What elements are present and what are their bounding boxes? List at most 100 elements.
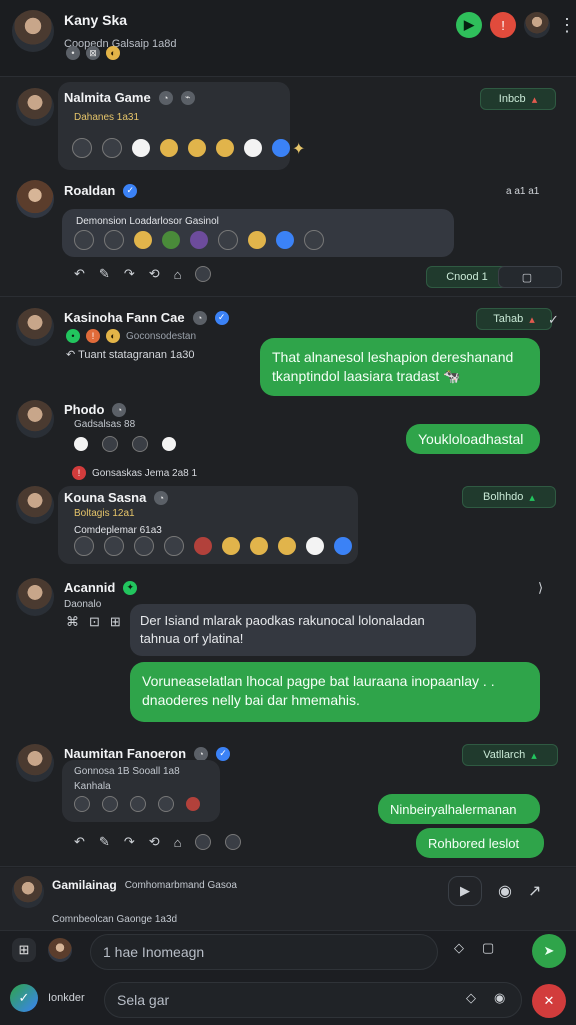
icon-chip[interactable] <box>186 797 200 811</box>
message-subtext: Comhomarbmand Gasoa <box>124 879 237 891</box>
attachment-icon[interactable] <box>190 231 208 249</box>
video-icon[interactable]: ▶ <box>448 876 482 906</box>
avatar[interactable] <box>48 938 72 962</box>
attachment-icon[interactable] <box>134 536 154 556</box>
attachment-icon[interactable] <box>164 536 184 556</box>
avatar[interactable] <box>16 400 54 438</box>
message-bubble-grey[interactable]: Der Isiand mlarak paodkas rakunocal lolo… <box>130 604 476 656</box>
reaction-icon[interactable] <box>216 139 234 157</box>
share-icon[interactable]: ↗ <box>528 881 541 901</box>
attachment-icon[interactable] <box>162 231 180 249</box>
message-bubble[interactable]: Ninbeiryalhalermanan <box>378 794 540 824</box>
avatar[interactable] <box>16 180 54 218</box>
forward-icon[interactable]: ↷ <box>124 834 135 850</box>
avatar[interactable] <box>12 876 44 908</box>
message-bubble[interactable]: That alnanesol leshapion dereshanand tka… <box>260 338 540 396</box>
bookmark-icon[interactable]: ⊡ <box>89 614 100 630</box>
icon-chip[interactable] <box>74 796 90 812</box>
forward-icon[interactable]: ↷ <box>124 266 135 282</box>
attachment-icon[interactable] <box>248 231 266 249</box>
bookmark-icon[interactable]: ⌂ <box>174 267 182 282</box>
icon-chip[interactable] <box>102 796 118 812</box>
reaction-icon[interactable] <box>195 266 212 282</box>
alert-icon[interactable]: ! <box>490 12 516 38</box>
diamond-icon[interactable]: ◇ <box>454 940 464 956</box>
thread-icon[interactable]: ⟲ <box>149 266 160 282</box>
message-actions: ⌘ ⊡ ⊞ <box>66 614 121 630</box>
preview-actions: ▶ ◉ ↗ <box>448 876 541 906</box>
reply-icon[interactable]: ↶ <box>74 834 85 850</box>
edit-icon[interactable]: ✎ <box>99 834 110 850</box>
link-icon[interactable]: ⌘ <box>66 614 79 630</box>
message-bubble[interactable]: Voruneaselatlan lhocal pagpe bat lauraan… <box>130 662 540 722</box>
add-reaction-icon[interactable]: ✦ <box>292 139 305 159</box>
record-icon[interactable]: ◉ <box>498 881 512 901</box>
reaction-icon[interactable] <box>244 139 262 157</box>
message-bubble[interactable]: Youkloloadhastal <box>406 424 540 454</box>
video-call-icon[interactable]: ▶ <box>456 12 482 38</box>
status-pill[interactable]: Bolhhdo ▴ <box>462 486 556 508</box>
more-icon[interactable]: ⟩ <box>538 580 543 596</box>
search-input[interactable]: Sela gar <box>104 982 522 1018</box>
icon-chip[interactable] <box>74 437 88 451</box>
attachment-icon[interactable] <box>250 537 268 555</box>
avatar[interactable] <box>16 744 54 782</box>
attachment-icon[interactable] <box>104 230 124 250</box>
reaction-icon[interactable] <box>195 834 212 850</box>
avatar[interactable] <box>16 88 54 126</box>
reaction-icon[interactable] <box>160 139 178 157</box>
attachment-icon[interactable] <box>334 537 352 555</box>
more-icon[interactable]: ⋮ <box>558 15 576 36</box>
reaction-icon[interactable] <box>102 138 122 158</box>
reaction-pill[interactable]: ▢ <box>498 266 562 288</box>
header-avatar[interactable] <box>12 10 54 52</box>
status-pill-label: Tahab <box>493 313 524 325</box>
send-icon[interactable]: ➤ <box>532 934 566 968</box>
edit-icon[interactable]: ✎ <box>99 266 110 282</box>
reaction-icon[interactable] <box>225 834 242 850</box>
icon-chip[interactable] <box>130 796 146 812</box>
close-icon[interactable]: ✕ <box>532 984 566 1018</box>
attachment-icon[interactable] <box>278 537 296 555</box>
reply-preview[interactable]: ↶ Tuant statagranan 1a30 <box>66 348 194 361</box>
message-bubble[interactable]: Rohbored leslot <box>416 828 544 858</box>
message-input[interactable]: 1 hae Inomeagn <box>90 934 438 970</box>
avatar[interactable] <box>16 486 54 524</box>
record-icon[interactable]: ◉ <box>494 990 505 1006</box>
attach-icon[interactable]: ⊞ <box>12 938 36 962</box>
thread-icon[interactable]: ⟲ <box>149 834 160 850</box>
read-check-icon: ✓ <box>548 312 559 327</box>
icon-chip[interactable] <box>102 436 118 452</box>
reaction-icon[interactable] <box>272 139 290 157</box>
header-avatar-small[interactable] <box>524 12 550 38</box>
attachment-icon[interactable] <box>222 537 240 555</box>
icon-chip[interactable] <box>162 437 176 451</box>
diamond-icon[interactable]: ◇ <box>466 990 476 1006</box>
attachment-icon[interactable] <box>218 230 238 250</box>
status-pill[interactable]: Tahab ▴ <box>476 308 552 330</box>
square-icon[interactable]: ▢ <box>482 940 494 956</box>
reaction-icon[interactable] <box>72 138 92 158</box>
reaction-icon[interactable] <box>132 139 150 157</box>
status-pill[interactable]: Cnood 1 <box>426 266 508 288</box>
clip-icon[interactable]: ⊞ <box>110 614 121 630</box>
attachment-icon[interactable] <box>276 231 294 249</box>
status-pill[interactable]: Inbcb ▴ <box>480 88 556 110</box>
attachment-icon[interactable] <box>74 536 94 556</box>
attachment-icon[interactable] <box>104 536 124 556</box>
attachment-icon[interactable] <box>304 230 324 250</box>
icon-chip[interactable] <box>158 796 174 812</box>
attachment-icon[interactable] <box>194 537 212 555</box>
status-icon[interactable]: ✓ <box>10 984 38 1012</box>
icon-chip[interactable] <box>132 436 148 452</box>
avatar[interactable] <box>16 308 54 346</box>
attachment-icon[interactable] <box>74 230 94 250</box>
attachment-icon[interactable] <box>134 231 152 249</box>
reaction-icon[interactable] <box>188 139 206 157</box>
status-pill[interactable]: Vatllarch ▴ <box>462 744 558 766</box>
attachment-icon[interactable] <box>306 537 324 555</box>
bookmark-icon[interactable]: ⌂ <box>174 835 182 850</box>
reply-icon[interactable]: ↶ <box>74 266 85 282</box>
avatar[interactable] <box>16 578 54 616</box>
comment-icon: ▢ <box>521 271 533 284</box>
